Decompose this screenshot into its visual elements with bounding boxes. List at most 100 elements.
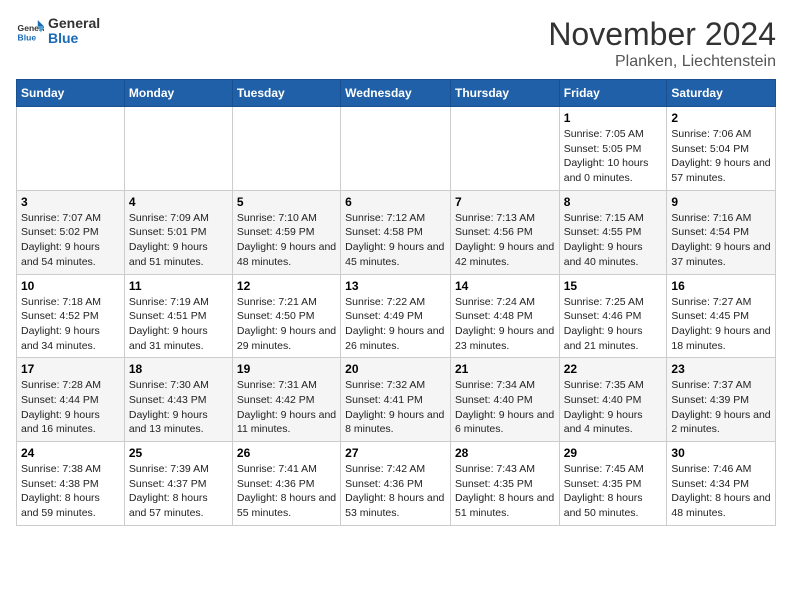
day-number: 24 — [21, 446, 120, 460]
day-number: 8 — [564, 195, 663, 209]
day-cell: 12 Sunrise: 7:21 AMSunset: 4:50 PMDayligh… — [232, 274, 340, 358]
day-info: Sunrise: 7:39 AMSunset: 4:37 PMDaylight:… — [129, 462, 228, 521]
title-area: November 2024 Planken, Liechtenstein — [548, 16, 776, 71]
location-title: Planken, Liechtenstein — [548, 53, 776, 71]
day-info: Sunrise: 7:35 AMSunset: 4:40 PMDaylight:… — [564, 378, 663, 437]
day-info: Sunrise: 7:15 AMSunset: 4:55 PMDaylight:… — [564, 211, 663, 270]
day-cell: 2 Sunrise: 7:06 AMSunset: 5:04 PMDaylight… — [667, 107, 776, 191]
logo-icon: General Blue — [16, 17, 44, 45]
day-cell: 29Sunrise: 7:45 AMSunset: 4:35 PMDayligh… — [559, 442, 667, 526]
day-cell: 27 Sunrise: 7:42 AMSunset: 4:36 PMDayligh… — [341, 442, 451, 526]
day-info: Sunrise: 7:43 AMSunset: 4:35 PMDaylight:… — [455, 462, 555, 521]
day-cell — [450, 107, 559, 191]
day-info: Sunrise: 7:25 AMSunset: 4:46 PMDaylight:… — [564, 295, 663, 354]
day-cell: 15 Sunrise: 7:25 AMSunset: 4:46 PMDayligh… — [559, 274, 667, 358]
day-cell: 8 Sunrise: 7:15 AMSunset: 4:55 PMDaylight… — [559, 190, 667, 274]
day-info: Sunrise: 7:18 AMSunset: 4:52 PMDaylight:… — [21, 295, 120, 354]
day-info: Sunrise: 7:19 AMSunset: 4:51 PMDaylight:… — [129, 295, 228, 354]
day-number: 28 — [455, 446, 555, 460]
day-cell — [17, 107, 125, 191]
day-cell: 26Sunrise: 7:41 AMSunset: 4:36 PMDayligh… — [232, 442, 340, 526]
day-number: 10 — [21, 279, 120, 293]
day-cell: 25 Sunrise: 7:39 AMSunset: 4:37 PMDayligh… — [124, 442, 232, 526]
week-row-1: 1Sunrise: 7:05 AMSunset: 5:05 PMDaylight… — [17, 107, 776, 191]
day-cell: 3 Sunrise: 7:07 AMSunset: 5:02 PMDaylight… — [17, 190, 125, 274]
header: General Blue General Blue November 2024 … — [16, 16, 776, 71]
day-info: Sunrise: 7:28 AMSunset: 4:44 PMDaylight:… — [21, 378, 120, 437]
day-number: 9 — [671, 195, 771, 209]
day-cell: 30 Sunrise: 7:46 AMSunset: 4:34 PMDayligh… — [667, 442, 776, 526]
day-number: 15 — [564, 279, 663, 293]
day-info: Sunrise: 7:45 AMSunset: 4:35 PMDaylight:… — [564, 462, 663, 521]
day-number: 14 — [455, 279, 555, 293]
day-number: 6 — [345, 195, 446, 209]
day-number: 18 — [129, 362, 228, 376]
day-cell — [232, 107, 340, 191]
day-number: 7 — [455, 195, 555, 209]
day-number: 21 — [455, 362, 555, 376]
day-cell: 22 Sunrise: 7:35 AMSunset: 4:40 PMDayligh… — [559, 358, 667, 442]
day-info: Sunrise: 7:32 AMSunset: 4:41 PMDaylight:… — [345, 378, 446, 437]
day-info: Sunrise: 7:24 AMSunset: 4:48 PMDaylight:… — [455, 295, 555, 354]
weekday-header-row: SundayMondayTuesdayWednesdayThursdayFrid… — [17, 80, 776, 107]
day-number: 3 — [21, 195, 120, 209]
weekday-header-sunday: Sunday — [17, 80, 125, 107]
weekday-header-monday: Monday — [124, 80, 232, 107]
day-number: 27 — [345, 446, 446, 460]
day-cell: 14 Sunrise: 7:24 AMSunset: 4:48 PMDayligh… — [450, 274, 559, 358]
day-info: Sunrise: 7:30 AMSunset: 4:43 PMDaylight:… — [129, 378, 228, 437]
day-cell: 10 Sunrise: 7:18 AMSunset: 4:52 PMDayligh… — [17, 274, 125, 358]
weekday-header-friday: Friday — [559, 80, 667, 107]
weekday-header-saturday: Saturday — [667, 80, 776, 107]
logo-line2: Blue — [48, 31, 100, 46]
day-info: Sunrise: 7:46 AMSunset: 4:34 PMDaylight:… — [671, 462, 771, 521]
day-number: 30 — [671, 446, 771, 460]
weekday-header-tuesday: Tuesday — [232, 80, 340, 107]
day-cell — [341, 107, 451, 191]
day-cell: 1Sunrise: 7:05 AMSunset: 5:05 PMDaylight… — [559, 107, 667, 191]
day-number: 23 — [671, 362, 771, 376]
day-info: Sunrise: 7:42 AMSunset: 4:36 PMDaylight:… — [345, 462, 446, 521]
day-info: Sunrise: 7:21 AMSunset: 4:50 PMDaylight:… — [237, 295, 336, 354]
day-number: 5 — [237, 195, 336, 209]
weekday-header-wednesday: Wednesday — [341, 80, 451, 107]
day-cell: 24 Sunrise: 7:38 AMSunset: 4:38 PMDayligh… — [17, 442, 125, 526]
day-info: Sunrise: 7:27 AMSunset: 4:45 PMDaylight:… — [671, 295, 771, 354]
day-number: 2 — [671, 111, 771, 125]
day-number: 22 — [564, 362, 663, 376]
day-cell: 23Sunrise: 7:37 AMSunset: 4:39 PMDayligh… — [667, 358, 776, 442]
day-cell: 21Sunrise: 7:34 AMSunset: 4:40 PMDayligh… — [450, 358, 559, 442]
week-row-3: 10 Sunrise: 7:18 AMSunset: 4:52 PMDayligh… — [17, 274, 776, 358]
day-info: Sunrise: 7:09 AMSunset: 5:01 PMDaylight:… — [129, 211, 228, 270]
day-info: Sunrise: 7:13 AMSunset: 4:56 PMDaylight:… — [455, 211, 555, 270]
day-cell: 11 Sunrise: 7:19 AMSunset: 4:51 PMDayligh… — [124, 274, 232, 358]
day-number: 25 — [129, 446, 228, 460]
day-cell: 28 Sunrise: 7:43 AMSunset: 4:35 PMDayligh… — [450, 442, 559, 526]
day-number: 19 — [237, 362, 336, 376]
day-number: 12 — [237, 279, 336, 293]
week-row-2: 3 Sunrise: 7:07 AMSunset: 5:02 PMDaylight… — [17, 190, 776, 274]
day-info: Sunrise: 7:10 AMSunset: 4:59 PMDaylight:… — [237, 211, 336, 270]
day-number: 11 — [129, 279, 228, 293]
day-info: Sunrise: 7:22 AMSunset: 4:49 PMDaylight:… — [345, 295, 446, 354]
day-info: Sunrise: 7:07 AMSunset: 5:02 PMDaylight:… — [21, 211, 120, 270]
day-info: Sunrise: 7:31 AMSunset: 4:42 PMDaylight:… — [237, 378, 336, 437]
day-info: Sunrise: 7:06 AMSunset: 5:04 PMDaylight:… — [671, 127, 771, 186]
day-cell: 16 Sunrise: 7:27 AMSunset: 4:45 PMDayligh… — [667, 274, 776, 358]
day-number: 16 — [671, 279, 771, 293]
day-cell: 4 Sunrise: 7:09 AMSunset: 5:01 PMDaylight… — [124, 190, 232, 274]
day-number: 20 — [345, 362, 446, 376]
day-cell: 19 Sunrise: 7:31 AMSunset: 4:42 PMDayligh… — [232, 358, 340, 442]
day-info: Sunrise: 7:41 AMSunset: 4:36 PMDaylight:… — [237, 462, 336, 521]
day-cell: 5 Sunrise: 7:10 AMSunset: 4:59 PMDaylight… — [232, 190, 340, 274]
day-cell: 17Sunrise: 7:28 AMSunset: 4:44 PMDayligh… — [17, 358, 125, 442]
day-cell: 13Sunrise: 7:22 AMSunset: 4:49 PMDayligh… — [341, 274, 451, 358]
day-number: 4 — [129, 195, 228, 209]
svg-text:Blue: Blue — [18, 33, 37, 43]
day-cell — [124, 107, 232, 191]
day-cell: 7 Sunrise: 7:13 AMSunset: 4:56 PMDaylight… — [450, 190, 559, 274]
logo: General Blue General Blue — [16, 16, 100, 47]
calendar-table: SundayMondayTuesdayWednesdayThursdayFrid… — [16, 79, 776, 526]
day-info: Sunrise: 7:05 AMSunset: 5:05 PMDaylight:… — [564, 127, 663, 186]
day-info: Sunrise: 7:38 AMSunset: 4:38 PMDaylight:… — [21, 462, 120, 521]
